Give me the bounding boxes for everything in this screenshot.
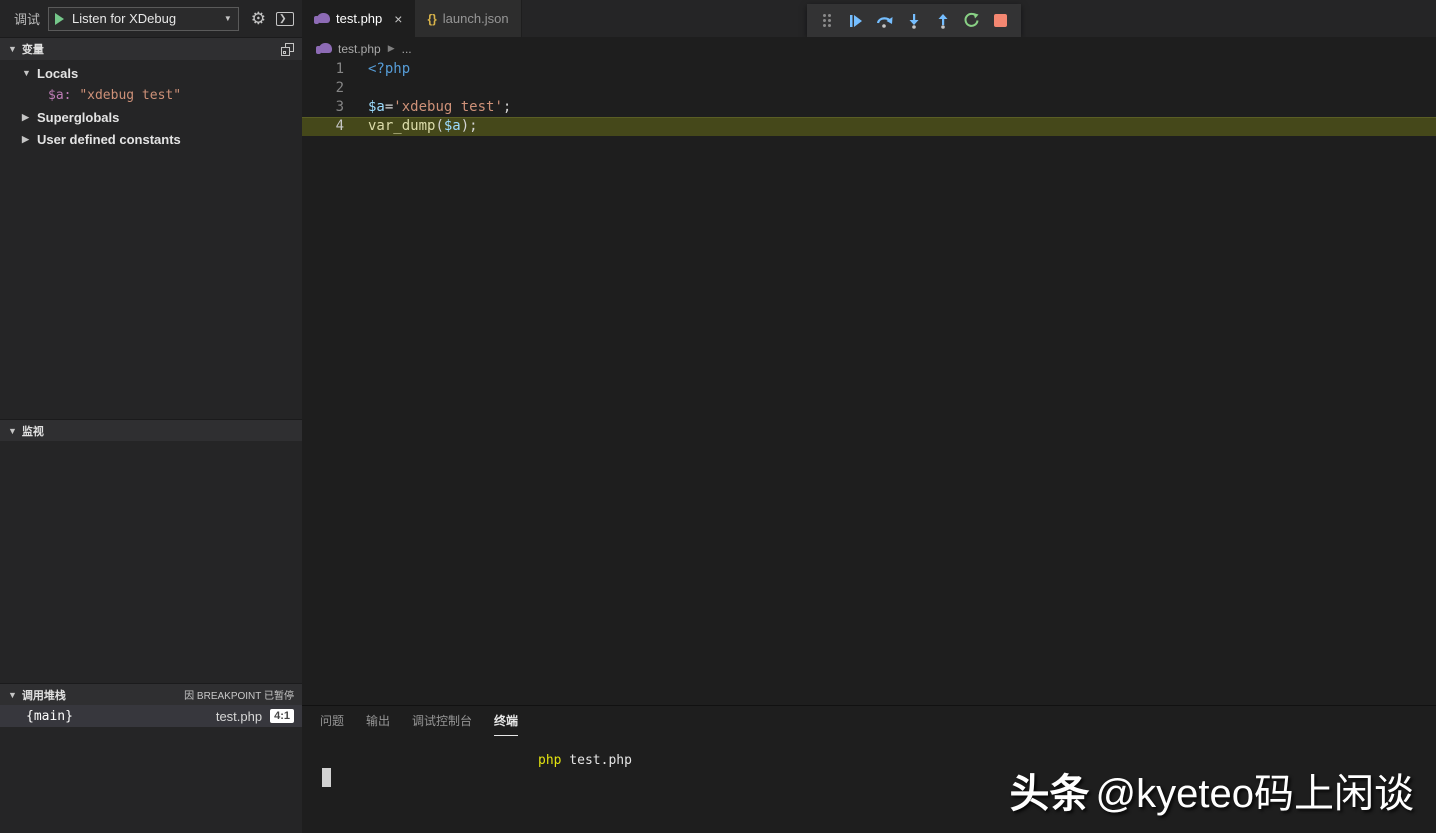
superglobals-label: Superglobals: [37, 110, 119, 125]
step-out-icon: [935, 13, 951, 29]
start-debug-icon[interactable]: [55, 13, 64, 25]
code-token: );: [461, 117, 478, 136]
tab-label: test.php: [336, 11, 382, 26]
collapse-all-icon[interactable]: [281, 43, 294, 56]
variable-value: "xdebug test": [79, 88, 181, 103]
code-line-4-current[interactable]: 4 var_dump($a);: [302, 117, 1436, 136]
line-number[interactable]: 2: [302, 79, 368, 98]
triangle-right-icon: ▶: [22, 134, 32, 145]
superglobals-group[interactable]: ▶ Superglobals: [0, 106, 302, 128]
chevron-down-icon: ▼: [224, 14, 232, 23]
code-token: <?php: [368, 60, 410, 79]
line-number[interactable]: 1: [302, 60, 368, 79]
close-icon[interactable]: ×: [394, 11, 402, 27]
stack-frame-row[interactable]: {main} test.php 4:1: [0, 705, 302, 727]
chevron-right-icon: ▶: [388, 43, 395, 54]
line-number[interactable]: 3: [302, 98, 368, 117]
debug-console-icon[interactable]: ❯: [276, 12, 294, 26]
step-over-button[interactable]: [872, 8, 899, 34]
step-into-icon: [906, 13, 922, 29]
restart-icon: [963, 12, 980, 29]
stop-icon: [994, 14, 1007, 27]
toolbar-drag-handle[interactable]: [814, 8, 841, 34]
variable-name: $a:: [48, 88, 71, 103]
stack-frame-file: test.php: [216, 709, 262, 724]
debug-config-dropdown[interactable]: Listen for XDebug ▼: [48, 7, 239, 31]
triangle-down-icon: ▼: [8, 690, 17, 700]
breadcrumb-more[interactable]: ...: [402, 42, 412, 56]
terminal-command-line: php test.php: [538, 753, 632, 768]
continue-icon: [848, 13, 864, 29]
user-constants-group[interactable]: ▶ User defined constants: [0, 128, 302, 150]
code-token: $a: [444, 117, 461, 136]
debug-action-toolbar: [807, 4, 1021, 37]
tab-test-php[interactable]: test.php ×: [302, 0, 415, 37]
code-token: $a: [368, 98, 385, 117]
code-line-3[interactable]: 3 $a = 'xdebug test';: [302, 98, 1436, 117]
call-stack-section-header[interactable]: ▼ 调用堆栈 因 BREAKPOINT 已暂停: [0, 683, 302, 705]
paused-on-breakpoint-badge: 因 BREAKPOINT 已暂停: [184, 687, 294, 702]
php-file-icon: [316, 43, 332, 55]
step-over-icon: [876, 13, 894, 29]
line-number[interactable]: 4: [302, 117, 368, 136]
panel-tabbar: 问题 输出 调试控制台 终端: [302, 706, 1436, 741]
editor-area: test.php × {} launch.json: [302, 0, 1436, 833]
tab-debug-console[interactable]: 调试控制台: [412, 712, 472, 735]
triangle-down-icon: ▼: [22, 68, 32, 78]
code-token: 'xdebug test': [393, 98, 503, 117]
tab-output[interactable]: 输出: [366, 712, 390, 735]
restart-button[interactable]: [958, 8, 985, 34]
call-stack-title: 调用堆栈: [22, 687, 66, 703]
debug-sidebar: 调试 Listen for XDebug ▼ ⚙ ❯ ▼ 变量 ▼ Locals…: [0, 0, 302, 833]
step-into-button[interactable]: [901, 8, 928, 34]
code-token: var_dump: [368, 117, 435, 136]
code-line-2[interactable]: 2: [302, 79, 1436, 98]
debug-controls-bar: 调试 Listen for XDebug ▼ ⚙ ❯: [0, 0, 302, 38]
code-line-1[interactable]: 1 <?php: [302, 60, 1436, 79]
watermark: 头条@kyeteo码上闲谈: [1010, 761, 1414, 819]
tab-launch-json[interactable]: {} launch.json: [415, 0, 521, 37]
tab-terminal[interactable]: 终端: [494, 712, 518, 736]
terminal-command: php: [538, 753, 561, 768]
code-token: (: [435, 117, 443, 136]
debug-view-label: 调试: [14, 9, 40, 28]
grip-icon: [823, 14, 831, 27]
terminal-cursor[interactable]: [322, 768, 331, 787]
breadcrumb[interactable]: test.php ▶ ...: [302, 37, 1436, 60]
locals-label: Locals: [37, 66, 78, 81]
stack-frame-position-badge: 4:1: [270, 709, 294, 723]
triangle-down-icon: ▼: [8, 44, 17, 54]
debug-config-name: Listen for XDebug: [72, 11, 220, 26]
triangle-down-icon: ▼: [8, 426, 17, 436]
variables-title: 变量: [22, 41, 44, 57]
code-token: ;: [503, 98, 511, 117]
watch-title: 监视: [22, 423, 44, 439]
gear-icon[interactable]: ⚙: [251, 9, 266, 29]
watermark-text: @kyeteo码上闲谈: [1096, 772, 1414, 816]
json-file-icon: {}: [427, 12, 436, 26]
code-view[interactable]: 1 <?php 2 3 $a = 'xdebug test'; 4 var_du…: [302, 60, 1436, 136]
variables-section-header[interactable]: ▼ 变量: [0, 38, 302, 60]
terminal-argument: test.php: [561, 753, 631, 768]
breadcrumb-file[interactable]: test.php: [338, 42, 381, 56]
watch-section-header[interactable]: ▼ 监视: [0, 419, 302, 441]
locals-group[interactable]: ▼ Locals: [0, 62, 302, 84]
triangle-right-icon: ▶: [22, 112, 32, 123]
tab-label: launch.json: [443, 11, 509, 26]
step-out-button[interactable]: [929, 8, 956, 34]
continue-button[interactable]: [843, 8, 870, 34]
stop-button[interactable]: [987, 8, 1014, 34]
stack-frame-name: {main}: [26, 709, 73, 724]
tab-problems[interactable]: 问题: [320, 712, 344, 735]
code-token: =: [385, 98, 393, 117]
php-file-icon: [314, 13, 330, 25]
variable-row[interactable]: $a: "xdebug test": [0, 84, 302, 106]
user-constants-label: User defined constants: [37, 132, 181, 147]
watermark-bold: 头条: [1010, 772, 1090, 816]
